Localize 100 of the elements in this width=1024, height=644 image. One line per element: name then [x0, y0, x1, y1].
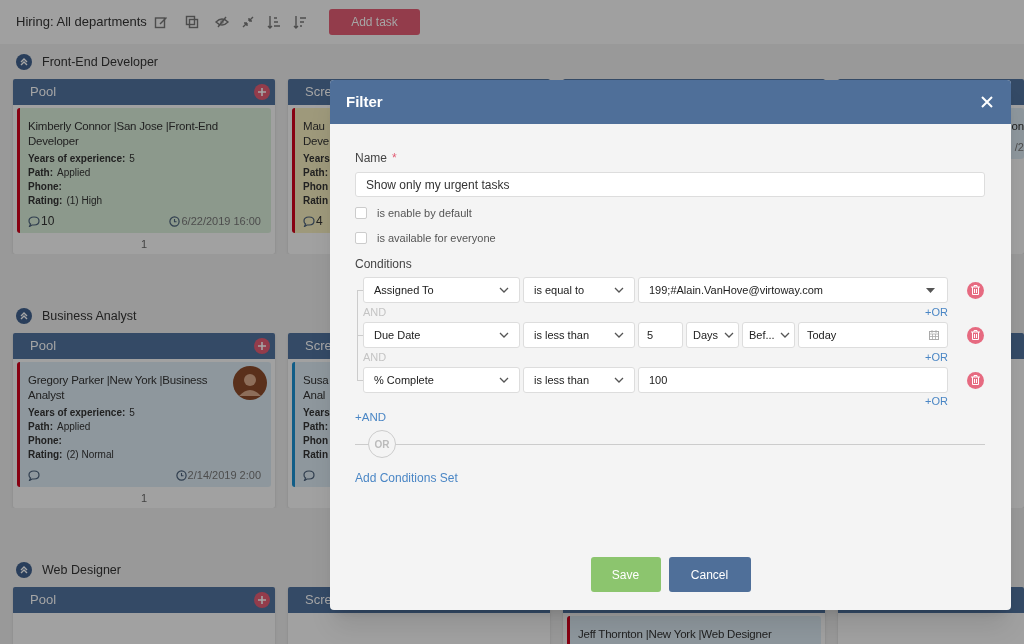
comment-icon — [303, 469, 315, 481]
checkbox-label: is enable by default — [377, 205, 472, 221]
collapse-section-icon[interactable] — [16, 308, 32, 324]
card-title: Jeff Thornton |New York |Web Designer — [578, 627, 772, 642]
field-label: Phone: — [28, 180, 62, 194]
field-value: (2) Normal — [66, 448, 114, 462]
dropdown[interactable]: % Complete — [363, 367, 520, 393]
field-label: Years of experience: — [28, 152, 126, 166]
add-card-button[interactable] — [254, 84, 270, 100]
add-or-link[interactable]: +OR — [925, 349, 948, 366]
dropdown[interactable]: Assigned To — [363, 277, 520, 303]
section-title: Web Designer — [42, 561, 121, 579]
collapse-section-icon[interactable] — [16, 54, 32, 70]
column-title: Scre — [305, 337, 332, 356]
clock-icon — [175, 469, 187, 481]
field-label: Path: — [28, 166, 53, 180]
add-card-button[interactable] — [254, 592, 270, 608]
plus-icon — [258, 342, 266, 350]
value-field[interactable]: 100 — [638, 367, 948, 393]
field-label: Years — [303, 152, 330, 166]
field-value: 5 — [129, 406, 135, 420]
delete-button[interactable] — [967, 371, 984, 389]
close-icon — [981, 96, 993, 108]
trash-icon — [971, 285, 980, 295]
dropdown[interactable]: Bef... — [742, 322, 795, 348]
collapse-icon[interactable] — [241, 15, 255, 29]
lookup-field[interactable]: 199;#Alain.VanHove@virtoway.com — [638, 277, 948, 303]
chevron-down-icon — [499, 332, 509, 338]
add-conditions-set-link[interactable]: Add Conditions Set — [355, 470, 458, 486]
column-title: Pool — [30, 83, 57, 102]
column-title: Pool — [30, 591, 57, 610]
comment-icon — [303, 215, 315, 227]
collapse-section-icon[interactable] — [16, 562, 32, 578]
number-field[interactable]: 5 — [638, 322, 683, 348]
task-card[interactable]: Gregory Parker |New York |Business Analyst Years of experience: 5 Path: Applied Phone: Rating: (2) Normal 2/14/2019 2:00 — [17, 362, 271, 487]
chevron-down-icon — [499, 287, 509, 293]
column-title: Scre — [305, 591, 332, 610]
section-label: Conditions — [355, 256, 412, 271]
delete-button[interactable] — [967, 281, 984, 299]
checkbox[interactable] — [355, 207, 367, 219]
dropdown[interactable]: is less than — [523, 367, 635, 393]
comment-icon — [28, 215, 40, 227]
field-label: Path: — [303, 420, 328, 434]
calendar-icon — [929, 330, 939, 340]
plus-icon — [258, 88, 266, 96]
comment-icon — [28, 469, 40, 481]
cancel-button[interactable]: Cancel — [668, 557, 751, 592]
field-label: Ratin — [303, 194, 328, 208]
card-title: Deve — [303, 134, 330, 149]
card-count: 1 — [139, 491, 149, 505]
field-label: Phon — [303, 434, 328, 448]
close-button[interactable] — [980, 95, 994, 109]
chevron-down-icon — [614, 332, 624, 338]
add-or-link[interactable]: +OR — [925, 392, 948, 410]
dropdown[interactable]: Days — [686, 322, 739, 348]
card-title: on — [1011, 119, 1024, 134]
due-date: 2/14/2019 2:00 — [187, 468, 261, 482]
field-label: Path: — [303, 166, 328, 180]
delete-button[interactable] — [967, 326, 984, 344]
caret-down-icon — [926, 287, 935, 293]
field-label: Phon — [303, 180, 328, 194]
name-input-field[interactable]: Show only my urgent tasks — [355, 172, 985, 197]
card-title: Mau — [303, 119, 325, 134]
task-card[interactable]: Jeff Thornton |New York |Web Designer — [567, 616, 821, 644]
field-label: Rating: — [28, 448, 63, 462]
sort-ascending-icon[interactable] — [267, 15, 281, 29]
chevron-down-icon — [614, 377, 624, 383]
field-label: Years of experience: — [28, 406, 126, 420]
dropdown[interactable]: is equal to — [523, 277, 635, 303]
date-field[interactable]: Today — [798, 322, 948, 348]
sort-descending-icon[interactable] — [293, 15, 307, 29]
chevron-down-icon — [499, 377, 509, 383]
edit-icon[interactable] — [154, 15, 168, 29]
dropdown[interactable]: is less than — [523, 322, 635, 348]
field-label: Phone: — [28, 434, 62, 448]
add-or-link[interactable]: +OR — [925, 304, 948, 321]
field-label: Rating: — [28, 194, 63, 208]
column-title: Scre — [305, 83, 332, 102]
column-title: Pool — [30, 337, 57, 356]
add-card-button[interactable] — [254, 338, 270, 354]
plus-icon — [258, 596, 266, 604]
dropdown[interactable]: Due Date — [363, 322, 520, 348]
card-title: Anal — [303, 388, 326, 403]
task-card[interactable]: Kimberly Connor |San Jose |Front-End Developer Years of experience: 5 Path: Applied Phone: Rating: (1) High 10 6/22/2019 16:00 — [17, 108, 271, 233]
section-title: Business Analyst — [42, 307, 137, 325]
copy-icon[interactable] — [185, 15, 199, 29]
add-and-link[interactable]: +AND — [355, 409, 386, 425]
section-title: Front-End Developer — [42, 53, 159, 71]
chevron-down-icon — [724, 332, 734, 338]
chevron-down-icon — [614, 287, 624, 293]
field-value: 5 — [129, 152, 135, 166]
trash-icon — [971, 375, 980, 385]
comment-count: 10 — [41, 214, 55, 228]
field-value: Applied — [57, 166, 91, 180]
dialog-title: Filter — [346, 91, 383, 112]
checkbox[interactable] — [355, 232, 367, 244]
field-label: Path: — [28, 420, 53, 434]
field-label: Name — [355, 150, 387, 167]
hide-icon[interactable] — [215, 15, 229, 29]
required-mark: * — [392, 150, 397, 167]
